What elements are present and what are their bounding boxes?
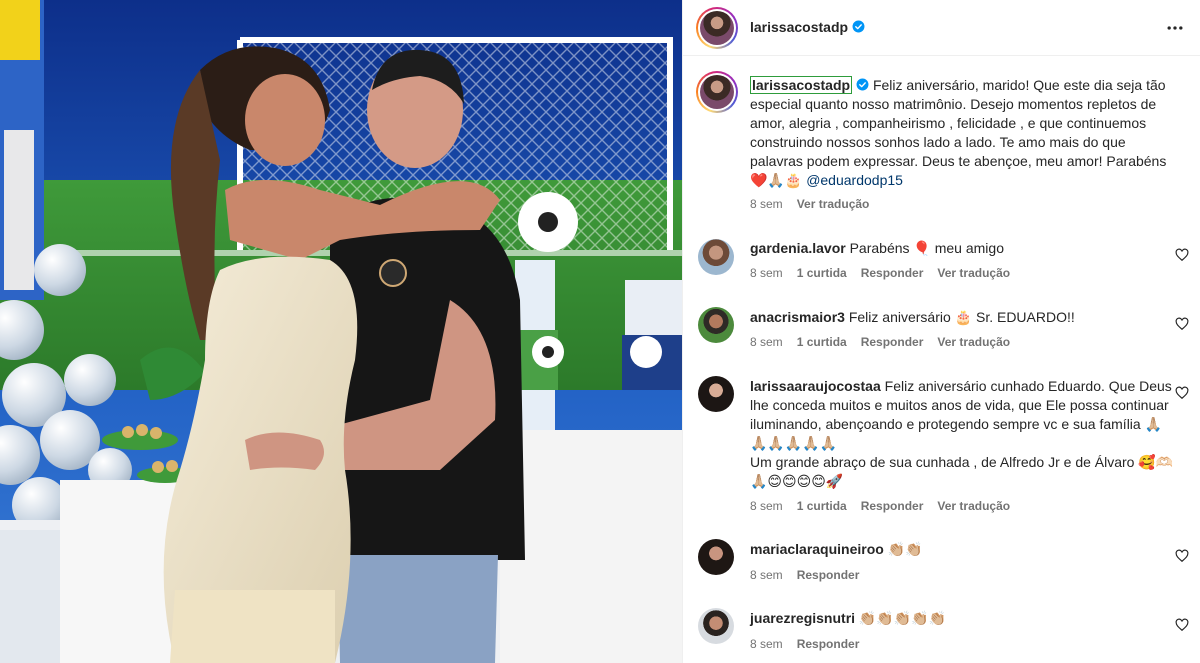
comment-time[interactable]: 8 sem [750,637,783,651]
caption: larissacostadp Feliz aniversário, marido… [750,76,1180,190]
reply-button[interactable]: Responder [861,266,924,280]
caption-author-username[interactable]: larissacostadp [750,76,853,94]
more-horizontal-icon[interactable] [1165,18,1185,38]
commenter-avatar[interactable] [698,608,734,644]
comment-body: larissaaraujocostaa Feliz aniversário cu… [750,377,1175,491]
commenter-avatar[interactable] [698,376,734,412]
comment-meta: 8 sem 1 curtida Responder Ver tradução [750,499,1010,513]
comment-text-continued: Um grande abraço de sua cunhada , de Alf… [750,454,1174,489]
post-photo[interactable] [0,0,682,663]
commenter-avatar[interactable] [698,539,734,575]
party-photo-illustration [0,0,682,663]
comment-text: Feliz aniversário 🎂 Sr. EDUARDO!! [848,309,1075,325]
caption-time[interactable]: 8 sem [750,197,783,211]
comment-meta: 8 sem 1 curtida Responder Ver tradução [750,266,1010,280]
comment-body: mariaclaraquineiroo 👏🏼👏🏼 [750,540,1175,559]
heart-outline-icon[interactable] [1175,618,1189,632]
comment-body: gardenia.lavor Parabéns 🎈 meu amigo [750,239,1175,258]
comment-author[interactable]: gardenia.lavor [750,240,846,256]
comment-meta: 8 sem Responder [750,637,859,651]
comment-body: anacrismaior3 Feliz aniversário 🎂 Sr. ED… [750,308,1175,327]
comment-likes[interactable]: 1 curtida [797,335,847,349]
heart-outline-icon[interactable] [1175,549,1189,563]
heart-outline-icon[interactable] [1175,248,1189,262]
verified-badge-icon [852,20,865,33]
comment-likes[interactable]: 1 curtida [797,266,847,280]
commenter-avatar[interactable] [698,239,734,275]
reply-button[interactable]: Responder [861,499,924,513]
post-header: larissacostadp [683,0,1200,56]
comment-text: Parabéns 🎈 meu amigo [849,240,1004,256]
caption-translate-link[interactable]: Ver tradução [797,197,870,211]
comment-author[interactable]: juarezregisnutri [750,610,855,626]
comment-text: 👏🏼👏🏼👏🏼👏🏼👏🏼 [858,610,947,626]
reply-button[interactable]: Responder [861,335,924,349]
verified-badge-icon [856,78,869,91]
instagram-post-view: larissacostadp larissacostadp Feliz aniv… [0,0,1200,663]
heart-outline-icon[interactable] [1175,317,1189,331]
comment-time[interactable]: 8 sem [750,335,783,349]
comment-time[interactable]: 8 sem [750,499,783,513]
author-avatar[interactable] [696,7,738,49]
post-detail-panel: larissacostadp larissacostadp Feliz aniv… [682,0,1200,663]
heart-outline-icon[interactable] [1175,386,1189,400]
reply-button[interactable]: Responder [797,637,860,651]
comment-author[interactable]: anacrismaior3 [750,309,845,325]
comment-time[interactable]: 8 sem [750,266,783,280]
translate-link[interactable]: Ver tradução [937,266,1010,280]
translate-link[interactable]: Ver tradução [937,499,1010,513]
comment-body: juarezregisnutri 👏🏼👏🏼👏🏼👏🏼👏🏼 [750,609,1175,628]
comment-text: 👏🏼👏🏼 [887,541,923,557]
comment-author[interactable]: larissaaraujocostaa [750,378,881,394]
commenter-avatar[interactable] [698,307,734,343]
reply-button[interactable]: Responder [797,568,860,582]
comment-meta: 8 sem 1 curtida Responder Ver tradução [750,335,1010,349]
author-username[interactable]: larissacostadp [750,19,848,35]
comment-author[interactable]: mariaclaraquineiroo [750,541,884,557]
comment-meta: 8 sem Responder [750,568,859,582]
translate-link[interactable]: Ver tradução [937,335,1010,349]
caption-meta: 8 sem Ver tradução [750,197,869,211]
comment-likes[interactable]: 1 curtida [797,499,847,513]
comment-time[interactable]: 8 sem [750,568,783,582]
caption-mention[interactable]: @eduardodp15 [806,172,903,188]
caption-author-avatar[interactable] [696,71,738,113]
author-username-row[interactable]: larissacostadp [750,19,865,35]
